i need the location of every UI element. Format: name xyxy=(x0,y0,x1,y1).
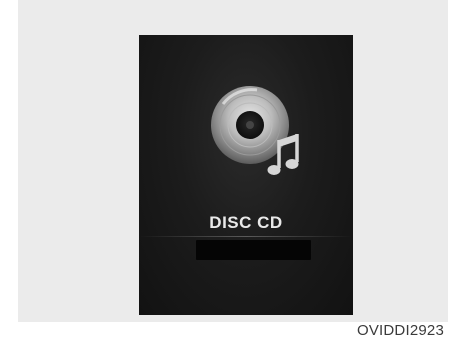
figure-panel: DISC CD xyxy=(18,0,448,322)
display-screen: DISC CD xyxy=(139,35,353,315)
divider-line xyxy=(139,236,353,237)
track-info-bar xyxy=(196,240,311,260)
music-note-icon xyxy=(267,134,299,175)
figure-caption: OVIDDI2923 xyxy=(356,322,444,339)
cd-disc-icon xyxy=(205,82,305,182)
disc-mode-label: DISC CD xyxy=(209,213,283,232)
